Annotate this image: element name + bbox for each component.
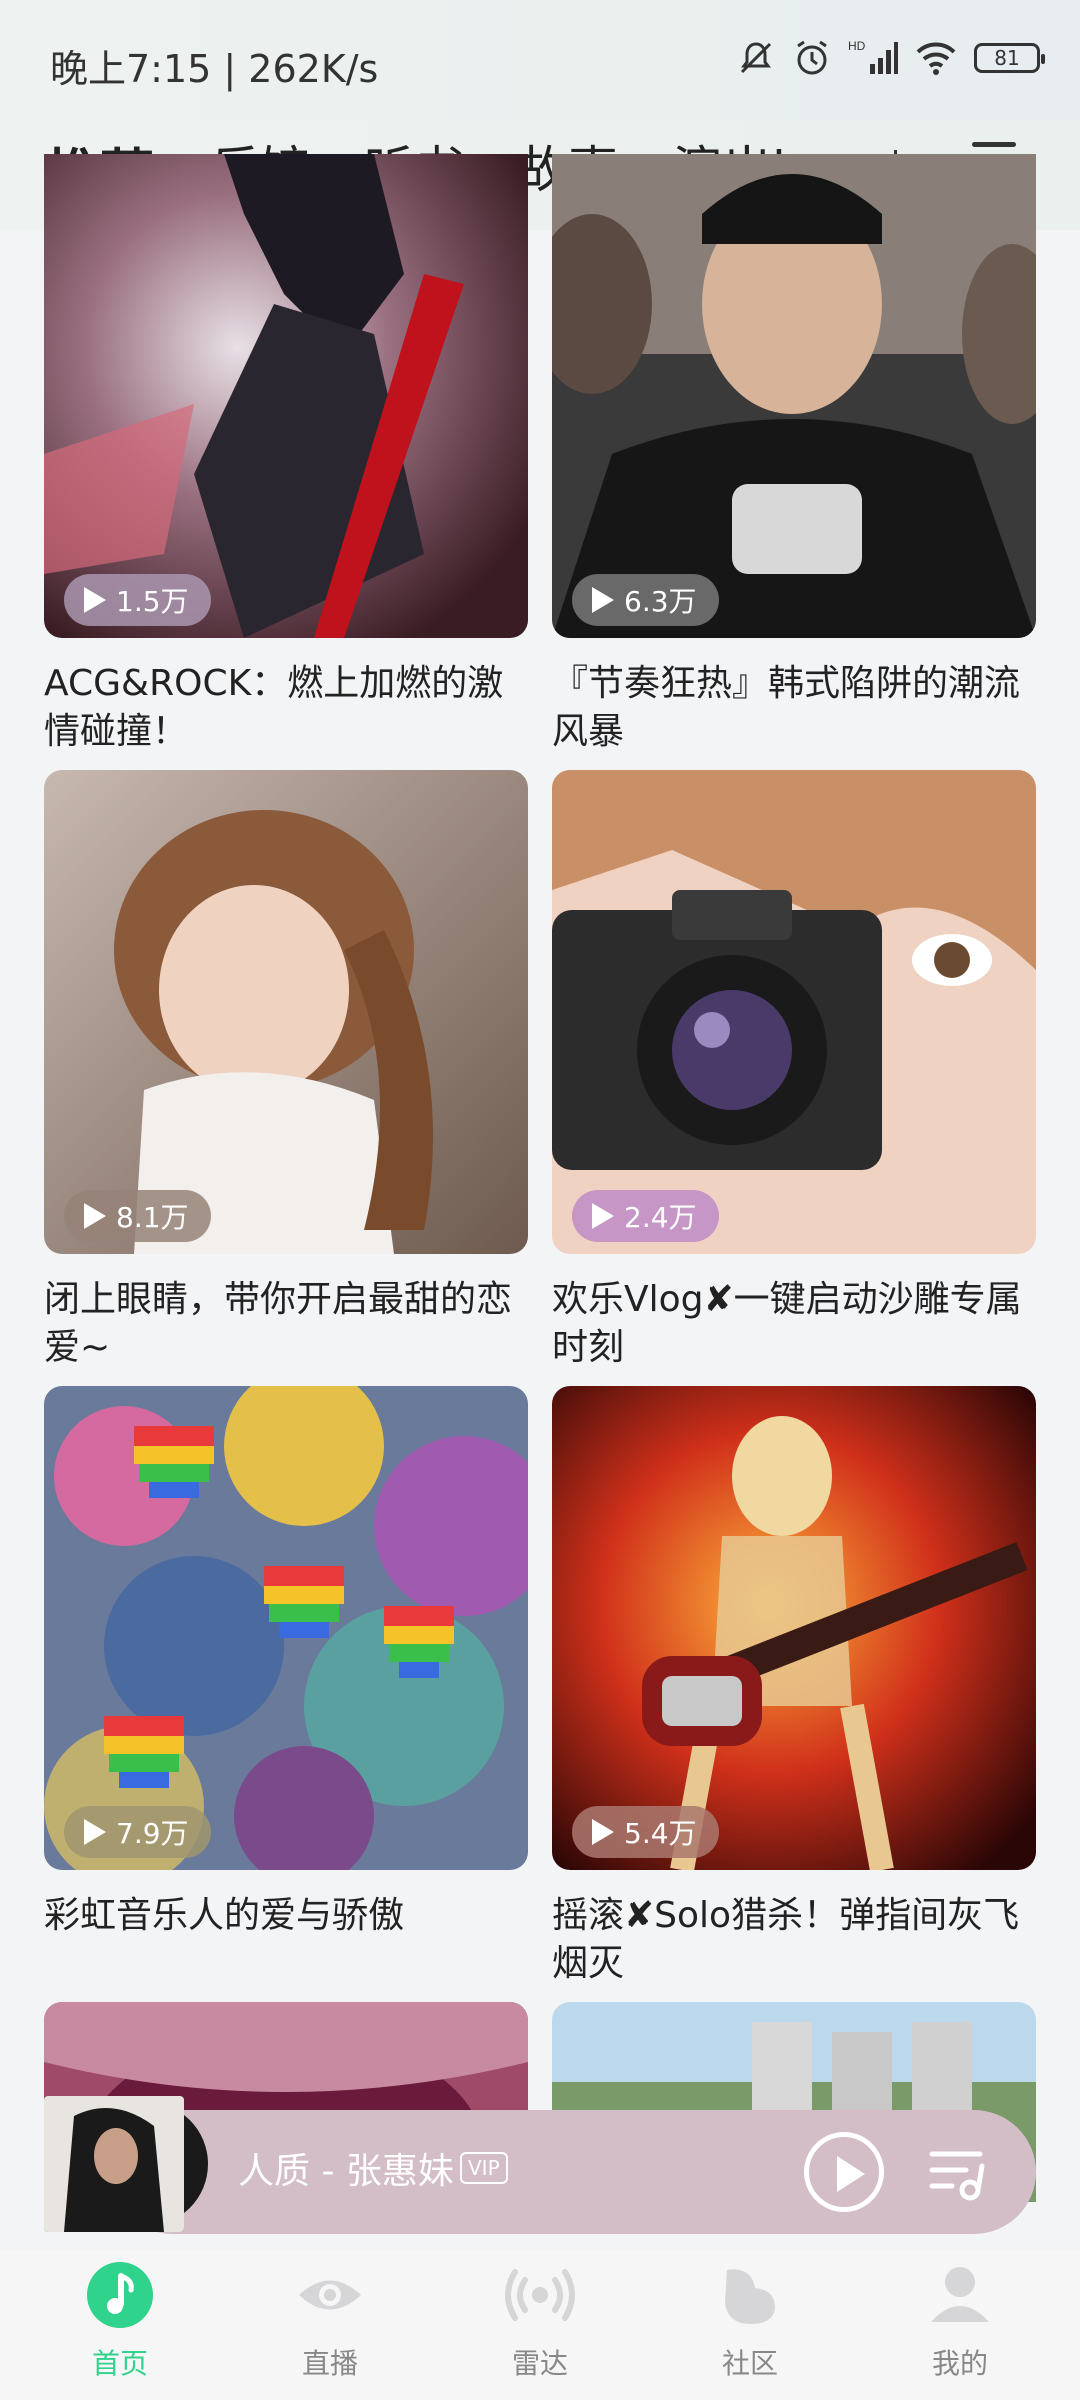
- nav-label: 我的: [931, 2347, 988, 2380]
- playlist-card[interactable]: 6.3万 『节奏狂热』韩式陷阱的潮流风暴: [552, 154, 1036, 756]
- playlist-title[interactable]: ACG&ROCK：燃上加燃的激情碰撞！: [44, 660, 528, 756]
- bottom-navigation: 首页 直播 雷达 社区 我的: [0, 2250, 1080, 2400]
- nav-label: 雷达: [511, 2347, 568, 2380]
- play-count: 1.5万: [116, 585, 189, 618]
- profile-icon: [931, 2267, 989, 2322]
- playlist-icon[interactable]: [926, 2140, 990, 2204]
- play-count-badge: 1.5万: [64, 574, 211, 626]
- svg-text:HD: HD: [848, 39, 866, 53]
- play-count: 2.4万: [624, 1201, 697, 1234]
- play-count: 6.3万: [624, 585, 697, 618]
- radar-icon: [505, 2269, 575, 2321]
- vip-badge: VIP: [460, 2152, 508, 2184]
- status-time: 晚上7:15 | 262K/s: [50, 47, 379, 91]
- status-icons: HD 81: [736, 38, 1045, 78]
- playlist-cover[interactable]: 7.9万: [44, 1386, 528, 1870]
- wifi-icon: [916, 42, 956, 75]
- status-bar: 晚上7:15 | 262K/s HD 81: [0, 0, 1080, 120]
- alarm-icon: [797, 40, 827, 75]
- playlist-card[interactable]: 8.1万 闭上眼睛，带你开启最甜的恋爱~: [44, 770, 528, 1372]
- album-art: [44, 2096, 184, 2232]
- play-icon: [84, 587, 106, 613]
- nav-profile[interactable]: 我的: [900, 2260, 1020, 2382]
- play-count-badge: 7.9万: [64, 1806, 211, 1858]
- playlist-title[interactable]: 欢乐Vlog✘一键启动沙雕专属时刻: [552, 1276, 1036, 1372]
- play-button[interactable]: [804, 2132, 884, 2212]
- play-count-badge: 6.3万: [572, 574, 719, 626]
- nav-live[interactable]: 直播: [270, 2260, 390, 2382]
- playlist-card[interactable]: 2.4万 欢乐Vlog✘一键启动沙雕专属时刻: [552, 770, 1036, 1372]
- play-icon: [84, 1203, 106, 1229]
- now-playing-cover[interactable]: [44, 2092, 208, 2232]
- app-screen: 晚上7:15 | 262K/s HD 81 推荐 乐馆 听书 故事 演出ing: [0, 0, 1080, 2400]
- play-icon: [592, 587, 614, 613]
- nav-label: 首页: [91, 2347, 148, 2380]
- play-count-badge: 8.1万: [64, 1190, 211, 1242]
- playlist-card[interactable]: 1.5万 ACG&ROCK：燃上加燃的激情碰撞！: [44, 154, 528, 756]
- play-icon: [592, 1819, 614, 1845]
- playlist-cover[interactable]: 5.4万: [552, 1386, 1036, 1870]
- battery-icon: 81: [974, 43, 1045, 73]
- now-playing-title[interactable]: 人质 - 张惠妹: [238, 2142, 454, 2194]
- play-count: 7.9万: [116, 1817, 189, 1850]
- play-count-badge: 5.4万: [572, 1806, 719, 1858]
- play-icon: [592, 1203, 614, 1229]
- play-icon: [837, 2156, 865, 2192]
- nav-community[interactable]: 社区: [690, 2260, 810, 2382]
- playlist-title[interactable]: 摇滚✘Solo猎杀！弹指间灰飞烟灭: [552, 1892, 1036, 1988]
- playlist-title[interactable]: 『节奏狂热』韩式陷阱的潮流风暴: [552, 660, 1036, 756]
- play-count: 8.1万: [116, 1201, 189, 1234]
- mute-bell-icon: [740, 42, 772, 74]
- playlist-cover[interactable]: 1.5万: [44, 154, 528, 638]
- hd-signal-icon: HD: [848, 39, 898, 74]
- nav-label: 直播: [301, 2347, 358, 2380]
- play-count: 5.4万: [624, 1817, 697, 1850]
- music-note-icon: [87, 2262, 153, 2328]
- playlist-cover[interactable]: 2.4万: [552, 770, 1036, 1254]
- play-icon: [84, 1819, 106, 1845]
- playlist-title[interactable]: 彩虹音乐人的爱与骄傲: [44, 1892, 528, 1940]
- community-icon: [725, 2269, 775, 2324]
- nav-radar[interactable]: 雷达: [480, 2260, 600, 2382]
- playlist-cover[interactable]: 6.3万: [552, 154, 1036, 638]
- nav-home[interactable]: 首页: [60, 2260, 180, 2382]
- play-count-badge: 2.4万: [572, 1190, 719, 1242]
- playlist-cover[interactable]: 8.1万: [44, 770, 528, 1254]
- playlist-card[interactable]: 7.9万 彩虹音乐人的爱与骄傲: [44, 1386, 528, 1940]
- playlist-card[interactable]: 5.4万 摇滚✘Solo猎杀！弹指间灰飞烟灭: [552, 1386, 1036, 1988]
- nav-label: 社区: [721, 2347, 778, 2380]
- eye-icon: [299, 2280, 361, 2310]
- playlist-title[interactable]: 闭上眼睛，带你开启最甜的恋爱~: [44, 1276, 528, 1372]
